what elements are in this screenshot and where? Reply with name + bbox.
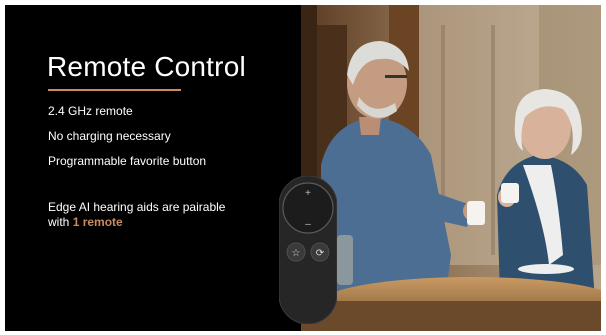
volume-up-label[interactable]: + — [305, 188, 311, 199]
volume-down-label[interactable]: – — [305, 219, 311, 230]
star-icon: ☆ — [292, 248, 301, 259]
cycle-icon: ⟳ — [316, 248, 325, 259]
title-underline — [48, 89, 181, 91]
pairing-note-highlight: 1 remote — [72, 215, 123, 229]
bullet-frequency: 2.4 GHz remote — [48, 104, 133, 118]
cafe-photo — [301, 5, 601, 331]
slide-title: Remote Control — [47, 51, 246, 82]
pairing-note: Edge AI hearing aids are pairable with 1… — [48, 200, 248, 230]
slide: Remote Control 2.4 GHz remote No chargin… — [5, 5, 601, 331]
bullet-charging: No charging necessary — [48, 129, 171, 143]
remote-control: + – ☆ ⟳ — [279, 176, 337, 324]
bullet-favorite-button: Programmable favorite button — [48, 154, 207, 168]
